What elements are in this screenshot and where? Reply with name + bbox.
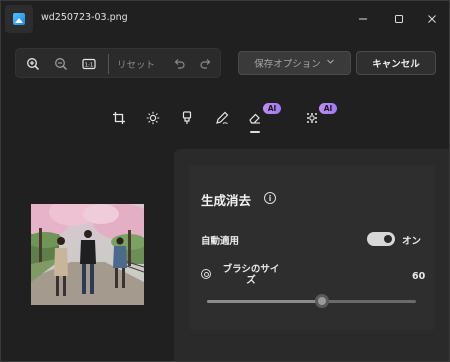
chevron-down-icon xyxy=(326,57,335,69)
erase-ai-badge: AI xyxy=(263,103,281,114)
slider-fill xyxy=(207,300,322,303)
zoom-out-icon[interactable] xyxy=(52,55,70,73)
undo-icon[interactable] xyxy=(170,55,188,73)
redo-icon[interactable] xyxy=(197,55,215,73)
save-options-label: 保存オプション xyxy=(254,59,321,70)
brush-size-icon xyxy=(201,269,211,279)
maximize-icon[interactable] xyxy=(389,9,409,29)
info-icon[interactable]: i xyxy=(264,192,276,204)
panel-title: 生成消去 xyxy=(201,193,252,208)
background-blur-icon[interactable] xyxy=(303,109,321,127)
auto-apply-state: オン xyxy=(402,236,422,247)
minimize-icon[interactable] xyxy=(353,9,373,29)
toggle-knob xyxy=(384,235,392,243)
svg-text:1:1: 1:1 xyxy=(85,62,94,68)
auto-apply-toggle[interactable] xyxy=(367,232,395,246)
zoom-in-icon[interactable] xyxy=(24,55,42,73)
photos-app-icon xyxy=(5,5,33,33)
cancel-button[interactable]: キャンセル xyxy=(356,51,436,75)
window-title: wd250723-03.png xyxy=(41,12,128,23)
filter-icon[interactable] xyxy=(178,109,196,127)
reset-button[interactable]: リセット xyxy=(117,57,155,71)
actual-size-icon[interactable]: 1:1 xyxy=(80,55,98,73)
slider-thumb[interactable] xyxy=(314,294,329,308)
view-toolbar: 1:1 リセット xyxy=(15,48,221,78)
title-bar: wd250723-03.png xyxy=(1,1,449,37)
brush-size-slider[interactable] xyxy=(207,300,416,303)
background-ai-badge: AI xyxy=(319,103,337,114)
crop-icon[interactable] xyxy=(110,109,128,127)
brush-size-label: ブラシのサイズ xyxy=(222,264,280,286)
close-icon[interactable] xyxy=(422,9,442,29)
save-options-button[interactable]: 保存オプション xyxy=(238,51,351,75)
toolbar-divider xyxy=(108,54,109,74)
photos-editor-window: wd250723-03.png 1:1 リセット 保存オプション キャンセル A… xyxy=(0,0,450,362)
auto-apply-label: 自動適用 xyxy=(201,236,240,247)
active-tool-indicator xyxy=(250,131,260,133)
photo-preview[interactable] xyxy=(31,204,144,305)
brush-size-value: 60 xyxy=(412,271,426,282)
markup-icon[interactable] xyxy=(213,109,231,127)
brightness-icon[interactable] xyxy=(144,109,162,127)
erase-icon[interactable] xyxy=(246,109,264,127)
